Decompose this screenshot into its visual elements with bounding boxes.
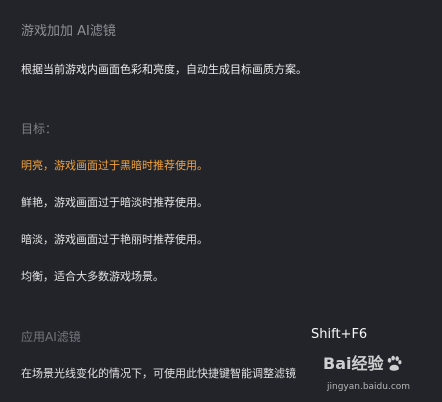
watermark-url: jingyan.baidu.com (327, 382, 411, 392)
option-vivid[interactable]: 鲜艳，游戏画面过于暗淡时推荐使用。 (21, 197, 208, 208)
panel-title: 游戏加加 AI滤镜 (21, 24, 116, 39)
apply-filter-description: 在场景光线变化的情况下，可使用此快捷键智能调整滤镜 (21, 367, 296, 380)
option-balanced[interactable]: 均衡，适合大多数游戏场景。 (21, 271, 164, 282)
goals-heading: 目标： (21, 122, 58, 136)
option-bright[interactable]: 明亮，游戏画面过于黑暗时推荐使用。 (21, 160, 208, 171)
watermark: Bai经验 jingyan.baidu.com (323, 355, 442, 402)
ai-filter-panel: 游戏加加 AI滤镜 根据当前游戏内画面色彩和亮度，自动生成目标画质方案。 目标：… (0, 0, 442, 402)
shortcut-key: Shift+F6 (311, 327, 368, 342)
apply-filter-heading: 应用AI滤镜 (21, 330, 81, 344)
panel-description: 根据当前游戏内画面色彩和亮度，自动生成目标画质方案。 (21, 63, 307, 76)
baidu-paw-icon (388, 355, 402, 371)
option-muted[interactable]: 暗淡，游戏画面过于艳丽时推荐使用。 (21, 234, 208, 245)
watermark-logo: Bai经验 (323, 355, 403, 373)
